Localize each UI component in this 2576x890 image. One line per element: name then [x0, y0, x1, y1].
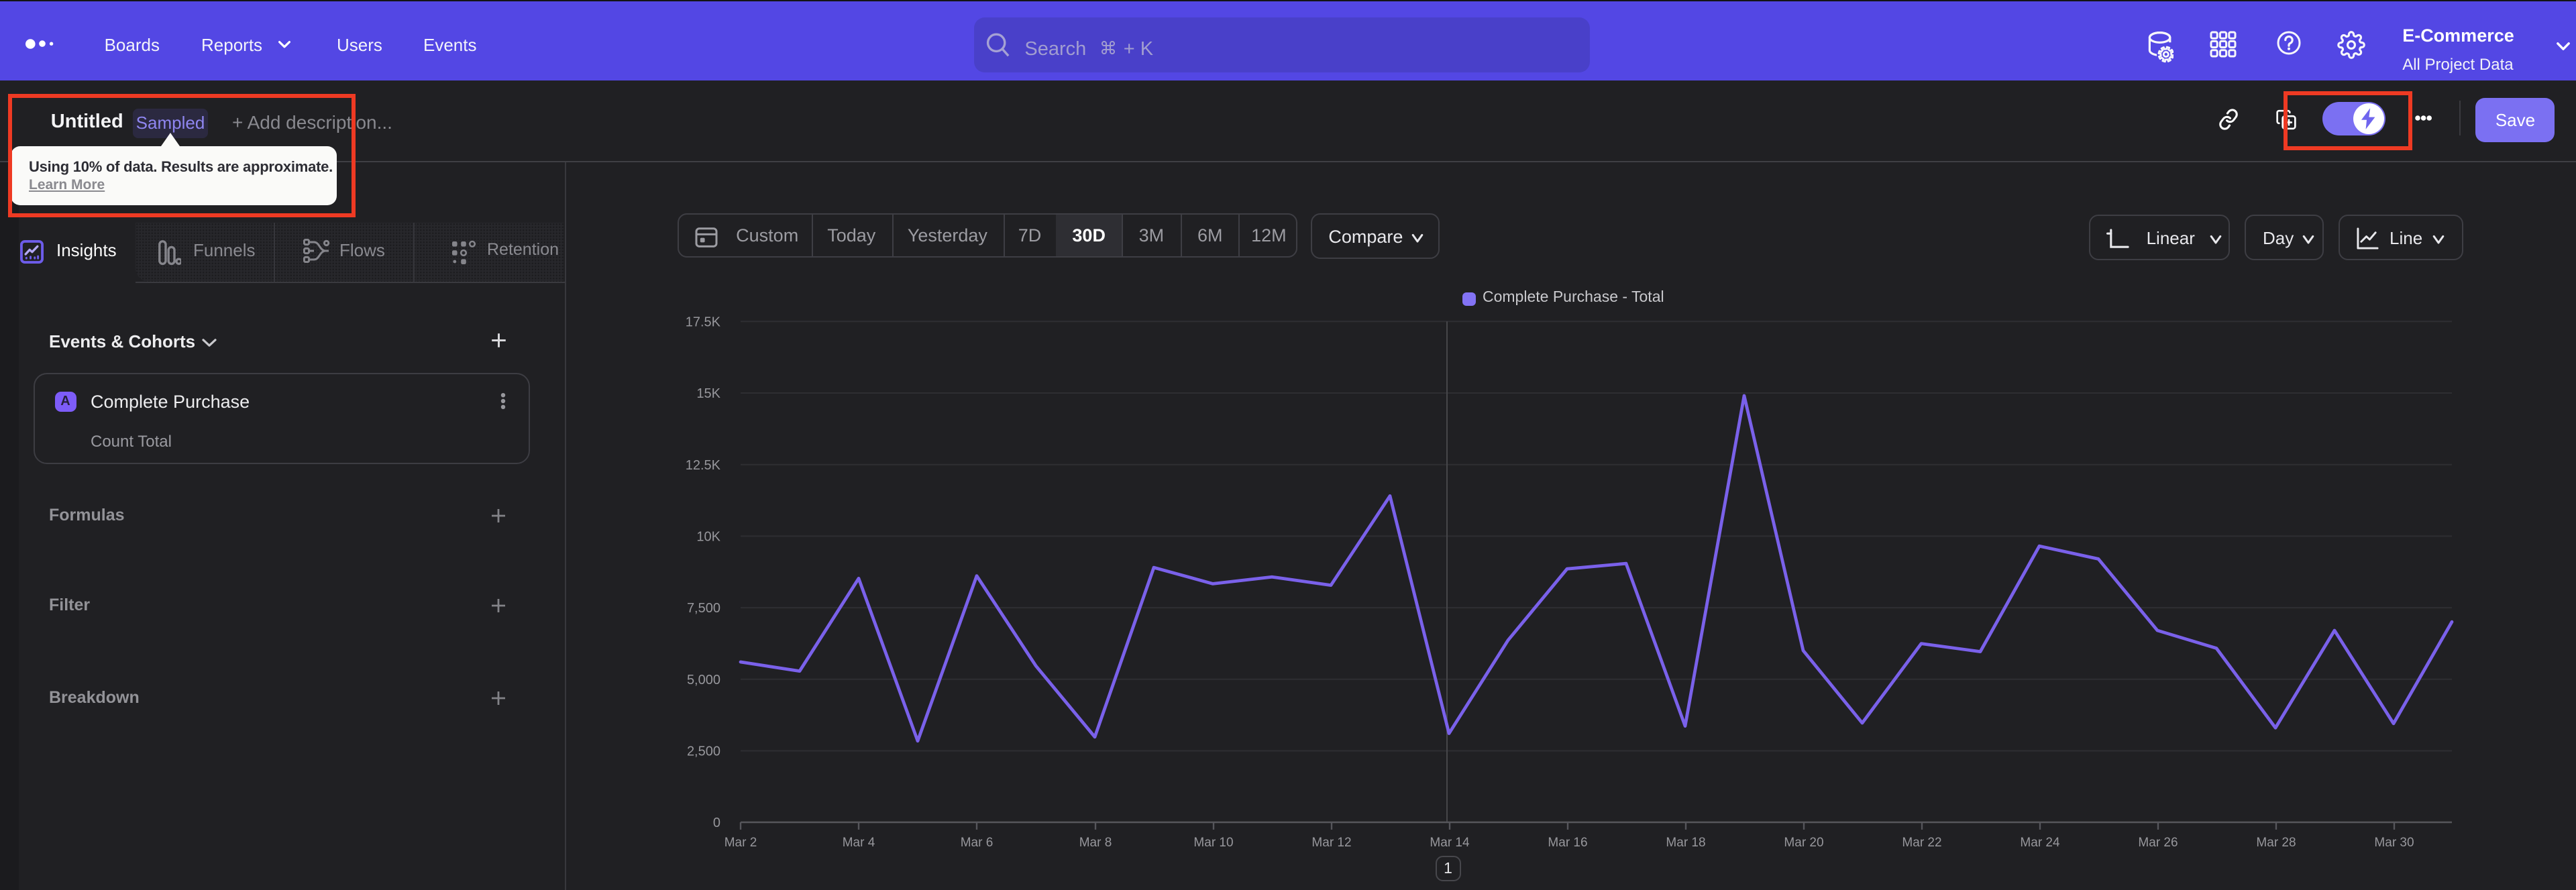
svg-text:Mar 28: Mar 28 [2256, 836, 2296, 850]
svg-text:Mar 2: Mar 2 [724, 836, 757, 850]
svg-text:0: 0 [713, 816, 720, 830]
svg-text:Mar 10: Mar 10 [1193, 836, 1233, 850]
svg-text:Mar 18: Mar 18 [1666, 836, 1705, 850]
svg-text:Mar 14: Mar 14 [1430, 836, 1470, 850]
svg-text:17.5K: 17.5K [686, 315, 721, 329]
svg-text:Mar 16: Mar 16 [1548, 836, 1587, 850]
svg-text:12.5K: 12.5K [686, 458, 721, 473]
svg-text:Mar 30: Mar 30 [2374, 836, 2414, 850]
svg-text:7,500: 7,500 [687, 601, 720, 616]
svg-text:Mar 4: Mar 4 [843, 836, 875, 850]
svg-text:Mar 20: Mar 20 [1784, 836, 1823, 850]
svg-text:10K: 10K [696, 529, 720, 544]
svg-text:2,500: 2,500 [687, 744, 720, 759]
svg-text:Mar 6: Mar 6 [961, 836, 994, 850]
svg-text:Mar 24: Mar 24 [2020, 836, 2060, 850]
svg-text:5,000: 5,000 [687, 673, 720, 687]
svg-text:Mar 12: Mar 12 [1311, 836, 1351, 850]
svg-text:15K: 15K [696, 386, 720, 401]
svg-text:Mar 22: Mar 22 [1902, 836, 1941, 850]
svg-text:Mar 26: Mar 26 [2138, 836, 2178, 850]
svg-text:Mar 8: Mar 8 [1079, 836, 1112, 850]
